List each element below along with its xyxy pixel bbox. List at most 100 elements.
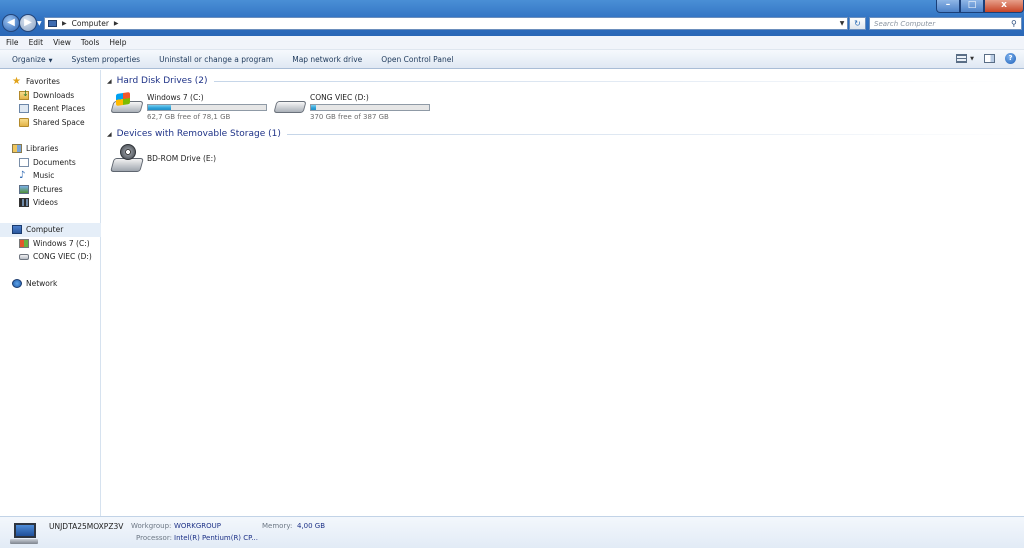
drive-free-space: 370 GB free of 387 GB [310,113,389,121]
system-properties-button[interactable]: System properties [71,55,140,64]
details-pane: UNJDTA25MOXPZ3V Workgroup: WORKGROUP Mem… [0,516,1024,548]
group-divider [213,80,1021,82]
chevron-down-icon: ▼ [37,20,42,27]
computer-icon [48,20,57,27]
nav-pictures[interactable]: Pictures [0,183,101,197]
nav-pictures-label: Pictures [33,184,63,194]
hard-drive-icon [19,253,29,260]
collapse-triangle-icon[interactable]: ◢ [107,131,112,138]
organize-button[interactable]: Organize ▼ [12,55,52,64]
nav-favorites[interactable]: ★ Favorites [0,75,101,89]
nav-computer[interactable]: Computer [0,223,101,237]
nav-network-label: Network [26,279,58,289]
nav-recent-places-label: Recent Places [33,104,86,114]
uninstall-program-button[interactable]: Uninstall or change a program [159,55,273,64]
chevron-down-icon: ▼ [48,57,53,64]
nav-downloads-label: Downloads [33,90,75,100]
chevron-down-icon[interactable]: ▼ [970,56,974,62]
group-title: Devices with Removable Storage (1) [116,129,281,139]
search-icon[interactable]: ⚲ [1011,19,1021,28]
removable-storage-header[interactable]: ◢ Devices with Removable Storage (1) [105,128,1021,140]
help-icon[interactable]: ? [1005,53,1016,64]
preview-pane-icon[interactable] [984,54,995,63]
processor-value: Intel(R) Pentium(R) CP... [174,534,258,542]
libraries-group: Libraries Documents ♪ Music Pictures Vid… [0,142,101,210]
menu-file[interactable]: File [6,38,19,47]
drive-name: Windows 7 (C:) [147,93,204,102]
content-pane: ◢ Hard Disk Drives (2) Windows 7 (C:) 62… [102,70,1024,516]
menu-tools[interactable]: Tools [81,38,99,47]
change-view-icon[interactable] [956,54,968,63]
nav-drive-d-label: CONG VIEC (D:) [33,252,92,262]
address-bar[interactable]: ▶ Computer ▶ ▼ [44,17,848,30]
workgroup-label: Workgroup: [131,522,172,530]
menu-bar: File Edit View Tools Help [0,36,1024,50]
nav-computer-label: Computer [26,225,64,235]
window-controls: – □ x [936,0,1024,14]
address-history-dropdown[interactable]: ▼ [837,20,847,27]
computer-icon [10,523,38,545]
nav-network[interactable]: Network [0,277,101,291]
windows-drive-icon [19,238,29,248]
nav-music[interactable]: ♪ Music [0,169,101,183]
maximize-button[interactable]: □ [960,0,984,13]
hard-drive-icon [273,93,307,115]
libraries-icon [12,144,22,154]
nav-libraries[interactable]: Libraries [0,142,101,156]
computer-group: Computer Windows 7 (C:) CONG VIEC (D:) [0,223,101,264]
group-title: Hard Disk Drives (2) [116,76,208,86]
nav-shared-space[interactable]: Shared Space [0,116,101,130]
pictures-icon [19,184,29,194]
collapse-triangle-icon[interactable]: ◢ [107,78,112,85]
navigation-pane: ★ Favorites Downloads Recent Places Shar… [0,70,101,516]
command-bar-right: ▼ ? [956,53,1016,64]
network-group: Network [0,277,101,291]
close-button[interactable]: x [984,0,1024,13]
breadcrumb-separator-icon[interactable]: ▶ [114,20,119,27]
map-network-drive-button[interactable]: Map network drive [292,55,362,64]
nav-drive-d[interactable]: CONG VIEC (D:) [0,250,101,264]
menu-help[interactable]: Help [109,38,126,47]
drive-name: BD-ROM Drive (E:) [147,154,217,163]
refresh-icon: ↻ [854,19,861,28]
music-note-icon: ♪ [19,170,26,182]
minimize-button[interactable]: – [936,0,960,13]
nav-downloads[interactable]: Downloads [0,89,101,103]
arrow-right-icon: ▶ [24,17,32,28]
drive-d-tile[interactable]: CONG VIEC (D:) 370 GB free of 387 GB [273,93,430,121]
nav-recent-places[interactable]: Recent Places [0,102,101,116]
bd-rom-drive-tile[interactable]: BD-ROM Drive (E:) [110,144,217,176]
drive-usage-bar [310,104,430,111]
search-box[interactable]: Search Computer ⚲ [869,17,1022,30]
nav-music-label: Music [33,171,55,181]
recent-pages-dropdown[interactable]: ▼ [37,20,44,27]
downloads-folder-icon [19,89,29,100]
forward-button[interactable]: ▶ [19,14,37,32]
menu-view[interactable]: View [53,38,71,47]
open-control-panel-button[interactable]: Open Control Panel [381,55,453,64]
refresh-button[interactable]: ↻ [849,17,866,30]
bd-rom-drive-icon [110,144,144,176]
nav-documents[interactable]: Documents [0,156,101,170]
processor-label: Processor: [136,534,172,542]
search-input[interactable]: Search Computer [874,20,1011,28]
breadcrumb-computer[interactable]: Computer [72,19,109,28]
documents-icon [19,157,29,167]
back-button[interactable]: ◀ [2,14,20,32]
breadcrumb-separator-icon[interactable]: ▶ [62,20,67,27]
menu-edit[interactable]: Edit [29,38,44,47]
nav-favorites-label: Favorites [26,77,60,87]
star-icon: ★ [12,76,21,88]
nav-videos-label: Videos [33,198,58,208]
network-globe-icon [12,279,22,289]
command-bar: Organize ▼ System properties Uninstall or… [0,50,1024,69]
recent-places-icon [19,104,29,114]
computer-name: UNJDTA25MOXPZ3V [49,522,124,531]
nav-videos[interactable]: Videos [0,196,101,210]
film-strip-icon [19,198,29,208]
nav-drive-c[interactable]: Windows 7 (C:) [0,237,101,251]
nav-shared-space-label: Shared Space [33,117,85,127]
hard-disk-drives-header[interactable]: ◢ Hard Disk Drives (2) [105,75,1021,87]
title-bar: – □ x ◀ ▶ ▼ ▶ Computer ▶ ▼ ↻ Search Comp… [0,0,1024,36]
drive-c-tile[interactable]: Windows 7 (C:) 62,7 GB free of 78,1 GB [110,92,267,121]
